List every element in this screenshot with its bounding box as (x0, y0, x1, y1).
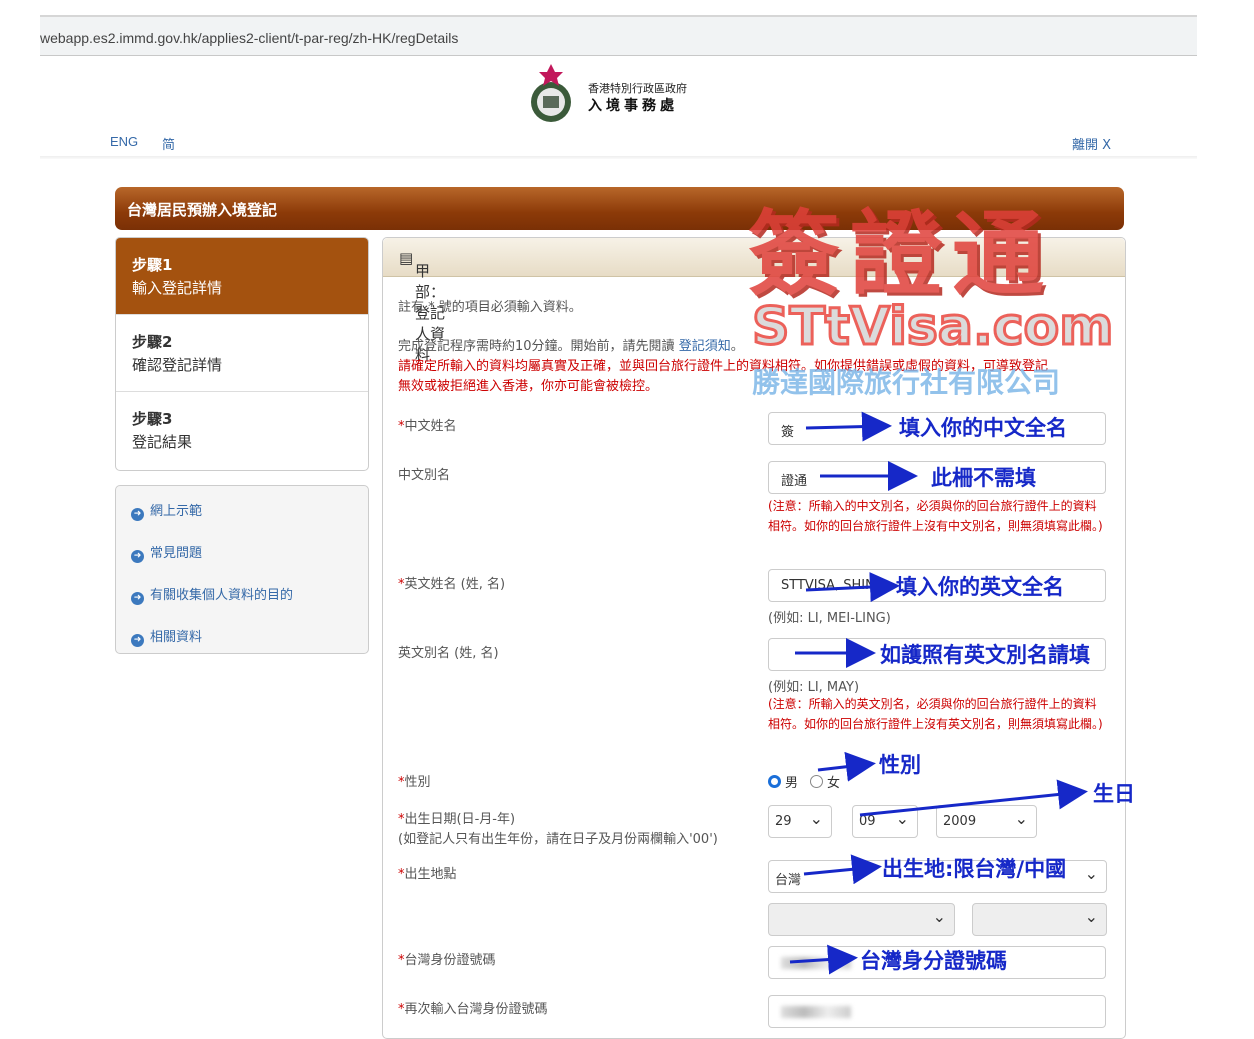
birthplace-city-input[interactable] (972, 903, 1107, 936)
arrow-circle-icon: ➜ (131, 550, 144, 563)
link-label: 有關收集個人資料的目的 (150, 588, 294, 603)
label-english-name: *英文姓名 (姓, 名) (398, 577, 506, 592)
address-bar[interactable]: webapp.es2.immd.gov.hk/applies2-client/t… (40, 15, 1197, 56)
required-note: 註有 * 號的項目必須輸入資料。 (398, 300, 582, 315)
annotation-tw-id: 台灣身分證號碼 (860, 949, 1007, 973)
step-num: 步驟3 (132, 410, 173, 428)
annotation-gender: 性別 (879, 753, 921, 777)
redacted-value (781, 956, 851, 969)
watermark-site: STtVisa.com (750, 296, 1114, 359)
gender-female-option[interactable]: 女 (810, 772, 840, 791)
dob-hint: (如登記人只有出生年份，請在日子及月份兩欄輸入'00') (398, 832, 718, 847)
dept-line2: 入境事務處 (588, 98, 678, 114)
dept-line1: 香港特別行政區政府 (588, 82, 687, 95)
link-related-info[interactable]: ➜ 相關資料 (131, 626, 202, 647)
banner-title: 台灣居民預辦入境登記 (127, 201, 278, 219)
arrow-circle-icon: ➜ (131, 592, 144, 605)
warning-line2: 無效或被拒絕進入香港，你亦可能會被檢控。 (398, 379, 659, 394)
exit-link[interactable]: 離開 X (1072, 134, 1111, 153)
step-num: 步驟1 (132, 256, 173, 274)
dob-month-select[interactable]: 09 (852, 805, 918, 838)
tw-id-confirm-input[interactable] (768, 995, 1106, 1028)
annotation-chinese-alias: 此柵不需填 (931, 466, 1036, 490)
label-tw-id-confirm: *再次輸入台灣身份證號碼 (398, 1002, 548, 1017)
arrow-circle-icon: ➜ (131, 508, 144, 521)
url-text: webapp.es2.immd.gov.hk/applies2-client/t… (40, 30, 459, 46)
panel-title: ▤ 甲部：登記人資料 (399, 249, 446, 364)
link-label: 相關資料 (150, 630, 203, 645)
english-alias-note: (注意：所輸入的英文別名，必須與你的回台旅行證件上的資料相符。如你的回台旅行證件… (768, 697, 1103, 731)
link-faq[interactable]: ➜ 常見問題 (131, 542, 202, 563)
radio-unchecked-icon[interactable] (810, 775, 823, 788)
lang-sc-link[interactable]: 简 (162, 134, 175, 153)
link-label: 常見問題 (150, 546, 203, 561)
redacted-value (781, 1005, 851, 1018)
step-1: 步驟1 輸入登記詳情 (116, 238, 368, 315)
label-chinese-name: *中文姓名 (398, 419, 457, 434)
label-english-alias: 英文別名 (姓, 名) (398, 646, 499, 661)
dob-year-select[interactable]: 2009 (936, 805, 1037, 838)
link-label: 網上示範 (150, 504, 203, 519)
dob-day-select[interactable]: 29 (768, 805, 832, 838)
lang-eng-link[interactable]: ENG (110, 134, 138, 149)
annotation-chinese-name: 填入你的中文全名 (899, 416, 1067, 440)
label-gender: *性別 (398, 775, 431, 790)
step-label: 輸入登記詳情 (132, 279, 223, 297)
arrow-circle-icon: ➜ (131, 634, 144, 647)
birthplace-province-select[interactable] (768, 903, 955, 936)
link-privacy-purpose[interactable]: ➜ 有關收集個人資料的目的 (131, 584, 293, 605)
step-label: 登記結果 (132, 433, 193, 451)
radio-checked-icon[interactable] (768, 775, 781, 788)
annotation-english-name: 填入你的英文全名 (896, 575, 1064, 599)
watermark-logo: 簽證通 (748, 201, 1055, 308)
guide-link[interactable]: 登記須知 (679, 339, 731, 354)
link-online-demo[interactable]: ➜ 網上示範 (131, 500, 202, 521)
header-divider (40, 156, 1197, 159)
label-dob: *出生日期(日-月-年) (398, 812, 516, 827)
english-alias-example: (例如: LI, MAY) (768, 680, 860, 695)
help-links-panel: ➜ 網上示範 ➜ 常見問題 ➜ 有關收集個人資料的目的 ➜ 相關資料 (115, 485, 369, 654)
chinese-alias-note: (注意：所輸入的中文別名，必須與你的回台旅行證件上的資料相符。如你的回台旅行證件… (768, 499, 1103, 533)
watermark-company: 勝達國際旅行社有限公司 (752, 366, 1061, 399)
immd-emblem-icon (531, 64, 571, 122)
label-chinese-alias: 中文別名 (398, 468, 451, 483)
step-num: 步驟2 (132, 333, 173, 351)
step-label: 確認登記詳情 (132, 356, 223, 374)
annotation-dob: 生日 (1093, 782, 1135, 806)
step-2: 步驟2 確認登記詳情 (116, 315, 368, 392)
steps-panel: 步驟1 輸入登記詳情 步驟2 確認登記詳情 步驟3 登記結果 (115, 237, 369, 471)
step-3: 步驟3 登記結果 (116, 392, 368, 469)
gender-male-option[interactable]: 男 (768, 772, 798, 791)
label-tw-id: *台灣身份證號碼 (398, 953, 496, 968)
annotation-english-alias: 如護照有英文別名請填 (880, 643, 1090, 667)
english-name-example: (例如: LI, MEI-LING) (768, 611, 891, 626)
intro-text: 完成登記程序需時約10分鐘。開始前，請先閱讀 登記須知。 (398, 339, 744, 354)
label-birthplace: *出生地點 (398, 867, 457, 882)
annotation-birthplace: 出生地:限台灣/中國 (882, 857, 1067, 881)
